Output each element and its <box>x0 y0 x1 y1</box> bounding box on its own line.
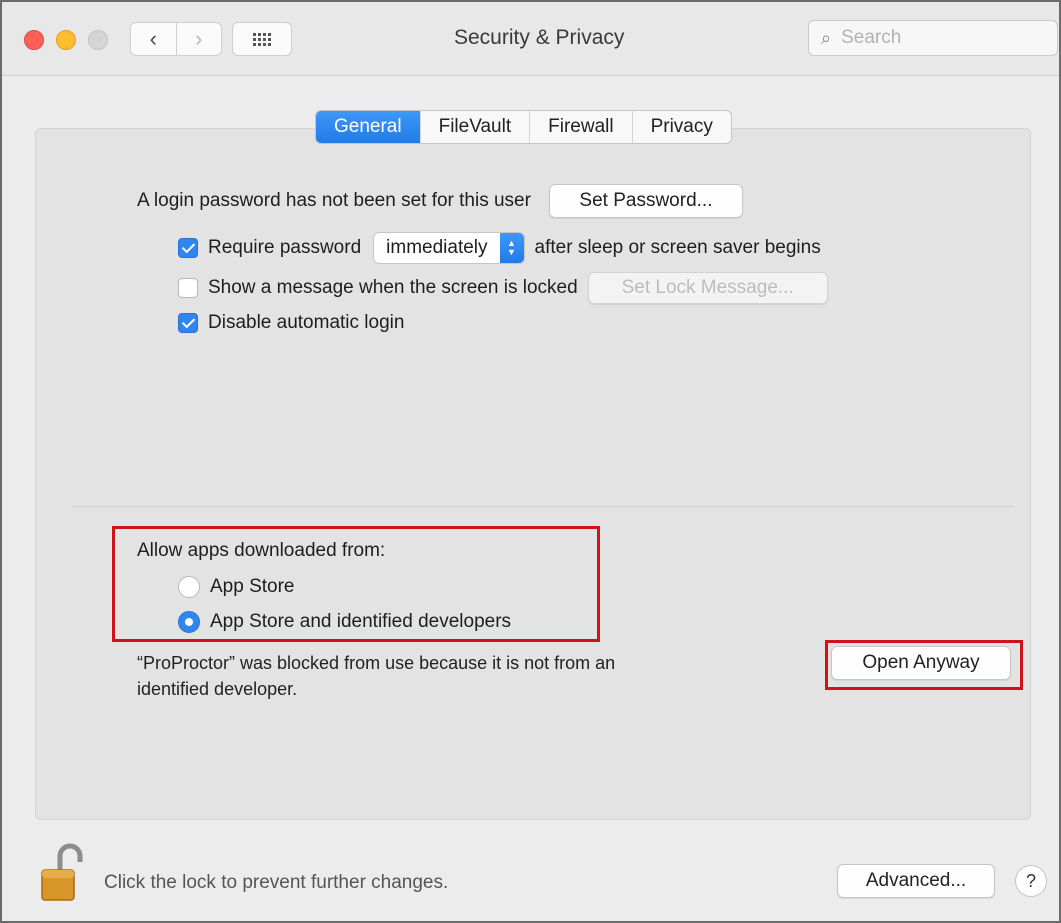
set-lock-message-button[interactable]: Set Lock Message... <box>587 272 828 304</box>
search-icon: ⌕ <box>821 27 832 48</box>
show-all-button[interactable] <box>232 22 292 56</box>
disable-auto-login-checkbox[interactable] <box>178 313 198 333</box>
grid-icon <box>253 32 271 46</box>
radio-identified-developers-label: App Store and identified developers <box>210 611 512 632</box>
lock-button[interactable] <box>36 842 88 904</box>
blocked-message-line1: “ProProctor” was blocked from use becaus… <box>137 653 616 673</box>
forward-button[interactable]: › <box>175 23 222 55</box>
tab-general[interactable]: General <box>316 111 420 143</box>
window-title: Security & Privacy <box>454 26 625 49</box>
advanced-button[interactable]: Advanced... <box>837 864 995 898</box>
blocked-message: “ProProctor” was blocked from use becaus… <box>137 650 757 702</box>
chevron-right-icon: › <box>195 26 203 51</box>
require-password-suffix: after sleep or screen saver begins <box>534 237 821 258</box>
require-password-label: Require password <box>208 237 362 258</box>
dropdown-value: immediately <box>386 237 488 258</box>
show-message-checkbox[interactable] <box>178 278 198 298</box>
minimize-window-button[interactable] <box>56 30 76 50</box>
tab-bar: General FileVault Firewall Privacy <box>315 110 732 144</box>
chevron-updown-icon: ▲ ▼ <box>499 233 524 263</box>
tab-filevault[interactable]: FileVault <box>419 111 530 143</box>
navigation-group: ‹ › <box>130 22 222 56</box>
chevron-left-icon: ‹ <box>149 26 157 51</box>
blocked-message-line2: identified developer. <box>137 679 298 699</box>
help-button[interactable]: ? <box>1015 865 1047 897</box>
unlocked-padlock-icon <box>41 843 83 901</box>
lock-text: Click the lock to prevent further change… <box>104 872 449 893</box>
disable-auto-login-label: Disable automatic login <box>208 312 405 333</box>
back-button[interactable]: ‹ <box>131 23 176 55</box>
radio-app-store-label: App Store <box>210 576 295 597</box>
radio-identified-developers[interactable] <box>178 611 200 633</box>
tab-firewall[interactable]: Firewall <box>529 111 631 143</box>
login-password-row: A login password has not been set for th… <box>137 184 743 218</box>
allow-apps-heading: Allow apps downloaded from: <box>137 540 386 561</box>
show-message-label: Show a message when the screen is locked <box>208 277 578 298</box>
require-password-dropdown[interactable]: immediately ▲ ▼ <box>373 232 525 264</box>
title-bar: ‹ › Security & Privacy ⌕ <box>2 2 1059 76</box>
require-password-row: Require password immediately ▲ ▼ after sl… <box>178 232 821 264</box>
section-divider <box>72 506 1014 507</box>
search-field[interactable]: ⌕ <box>808 20 1058 56</box>
preferences-window: ‹ › Security & Privacy ⌕ General FileVau… <box>0 0 1061 923</box>
require-password-checkbox[interactable] <box>178 238 198 258</box>
login-password-text: A login password has not been set for th… <box>137 190 531 211</box>
radio-identified-developers-row: App Store and identified developers <box>178 611 511 633</box>
disable-auto-login-row: Disable automatic login <box>178 312 404 334</box>
set-password-button[interactable]: Set Password... <box>548 184 743 218</box>
open-anyway-button[interactable]: Open Anyway <box>831 646 1011 680</box>
radio-app-store-row: App Store <box>178 576 295 598</box>
search-input[interactable] <box>839 26 1020 50</box>
zoom-window-button <box>88 30 108 50</box>
tab-privacy[interactable]: Privacy <box>631 111 731 143</box>
close-window-button[interactable] <box>24 30 44 50</box>
radio-app-store[interactable] <box>178 576 200 598</box>
show-message-row: Show a message when the screen is locked… <box>178 272 828 304</box>
